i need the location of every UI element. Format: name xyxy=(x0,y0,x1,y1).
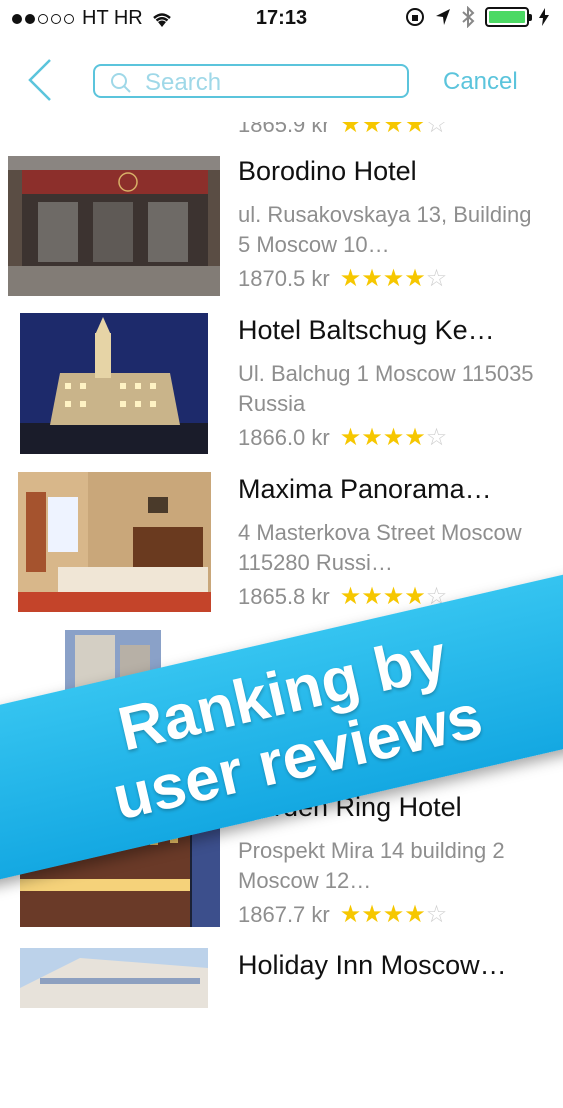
star-filled-icon: ★ xyxy=(382,265,405,292)
hotel-photo xyxy=(8,156,220,296)
star-filled-icon: ★ xyxy=(382,583,405,610)
star-filled-icon: ★ xyxy=(339,583,362,610)
list-item[interactable]: Holiday Inn Moscow… xyxy=(0,948,563,1108)
hotel-name: Hotel Baltschug Ke… xyxy=(238,315,495,345)
star-filled-icon: ★ xyxy=(361,265,383,292)
star-filled-icon: ★ xyxy=(361,583,383,610)
star-filled-icon: ★ xyxy=(339,901,362,928)
hotel-price: 1867.7 kr xyxy=(238,902,330,927)
star-filled-icon: ★ xyxy=(382,424,405,451)
hotel-price: 1870.5 kr xyxy=(238,266,330,291)
list-item[interactable]: Hotel Baltschug Ke… Ul. Balchug 1 Moscow… xyxy=(0,313,563,473)
star-empty-icon: ☆ xyxy=(425,901,448,928)
hotel-price: 1865.8 kr xyxy=(238,584,330,609)
star-filled-icon: ★ xyxy=(404,901,426,928)
price-rating: 1865.8 kr ★★★★☆ xyxy=(238,584,447,610)
star-filled-icon: ★ xyxy=(339,424,362,451)
search-input[interactable]: Search xyxy=(93,64,409,98)
star-empty-icon: ☆ xyxy=(425,265,448,292)
star-filled-icon: ★ xyxy=(404,265,426,292)
hotel-price: 1866.0 kr xyxy=(238,425,330,450)
rating-stars: ★★★★☆ xyxy=(340,267,448,291)
hotel-photo xyxy=(18,472,211,612)
back-chevron-icon[interactable] xyxy=(26,58,56,102)
hotel-name: Holiday Inn Moscow… xyxy=(238,950,507,980)
hotel-name: Borodino Hotel xyxy=(238,156,417,186)
hotel-address: ul. Rusakovskaya 13, Building 5 Moscow 1… xyxy=(238,202,532,257)
search-placeholder: Search xyxy=(145,69,222,96)
star-filled-icon: ★ xyxy=(382,901,405,928)
star-filled-icon: ★ xyxy=(339,265,362,292)
star-filled-icon: ★ xyxy=(361,901,383,928)
search-icon xyxy=(111,73,131,93)
hotel-photo xyxy=(20,313,208,454)
price-rating: 1866.0 kr ★★★★☆ xyxy=(238,425,447,451)
hotel-name: Maxima Panorama… xyxy=(238,474,492,504)
hotel-address: 4 Masterkova Street Moscow 115280 Russi… xyxy=(238,520,522,575)
price-rating: 1867.7 kr ★★★★☆ xyxy=(238,902,447,928)
star-filled-icon: ★ xyxy=(404,424,426,451)
navigation-bar: Search Cancel xyxy=(0,38,563,122)
star-empty-icon: ☆ xyxy=(425,424,448,451)
cancel-button[interactable]: Cancel xyxy=(443,68,518,96)
list-item[interactable]: Borodino Hotel ul. Rusakovskaya 13, Buil… xyxy=(0,156,563,314)
hotel-photo xyxy=(20,948,208,1008)
hotel-address: Prospekt Mira 14 building 2 Moscow 12… xyxy=(238,838,505,893)
rating-stars: ★★★★☆ xyxy=(340,903,448,927)
price-rating: 1870.5 kr ★★★★☆ xyxy=(238,266,447,292)
rating-stars: ★★★★☆ xyxy=(340,426,448,450)
star-filled-icon: ★ xyxy=(361,424,383,451)
hotel-address: Ul. Balchug 1 Moscow 115035 Russia xyxy=(238,361,534,416)
